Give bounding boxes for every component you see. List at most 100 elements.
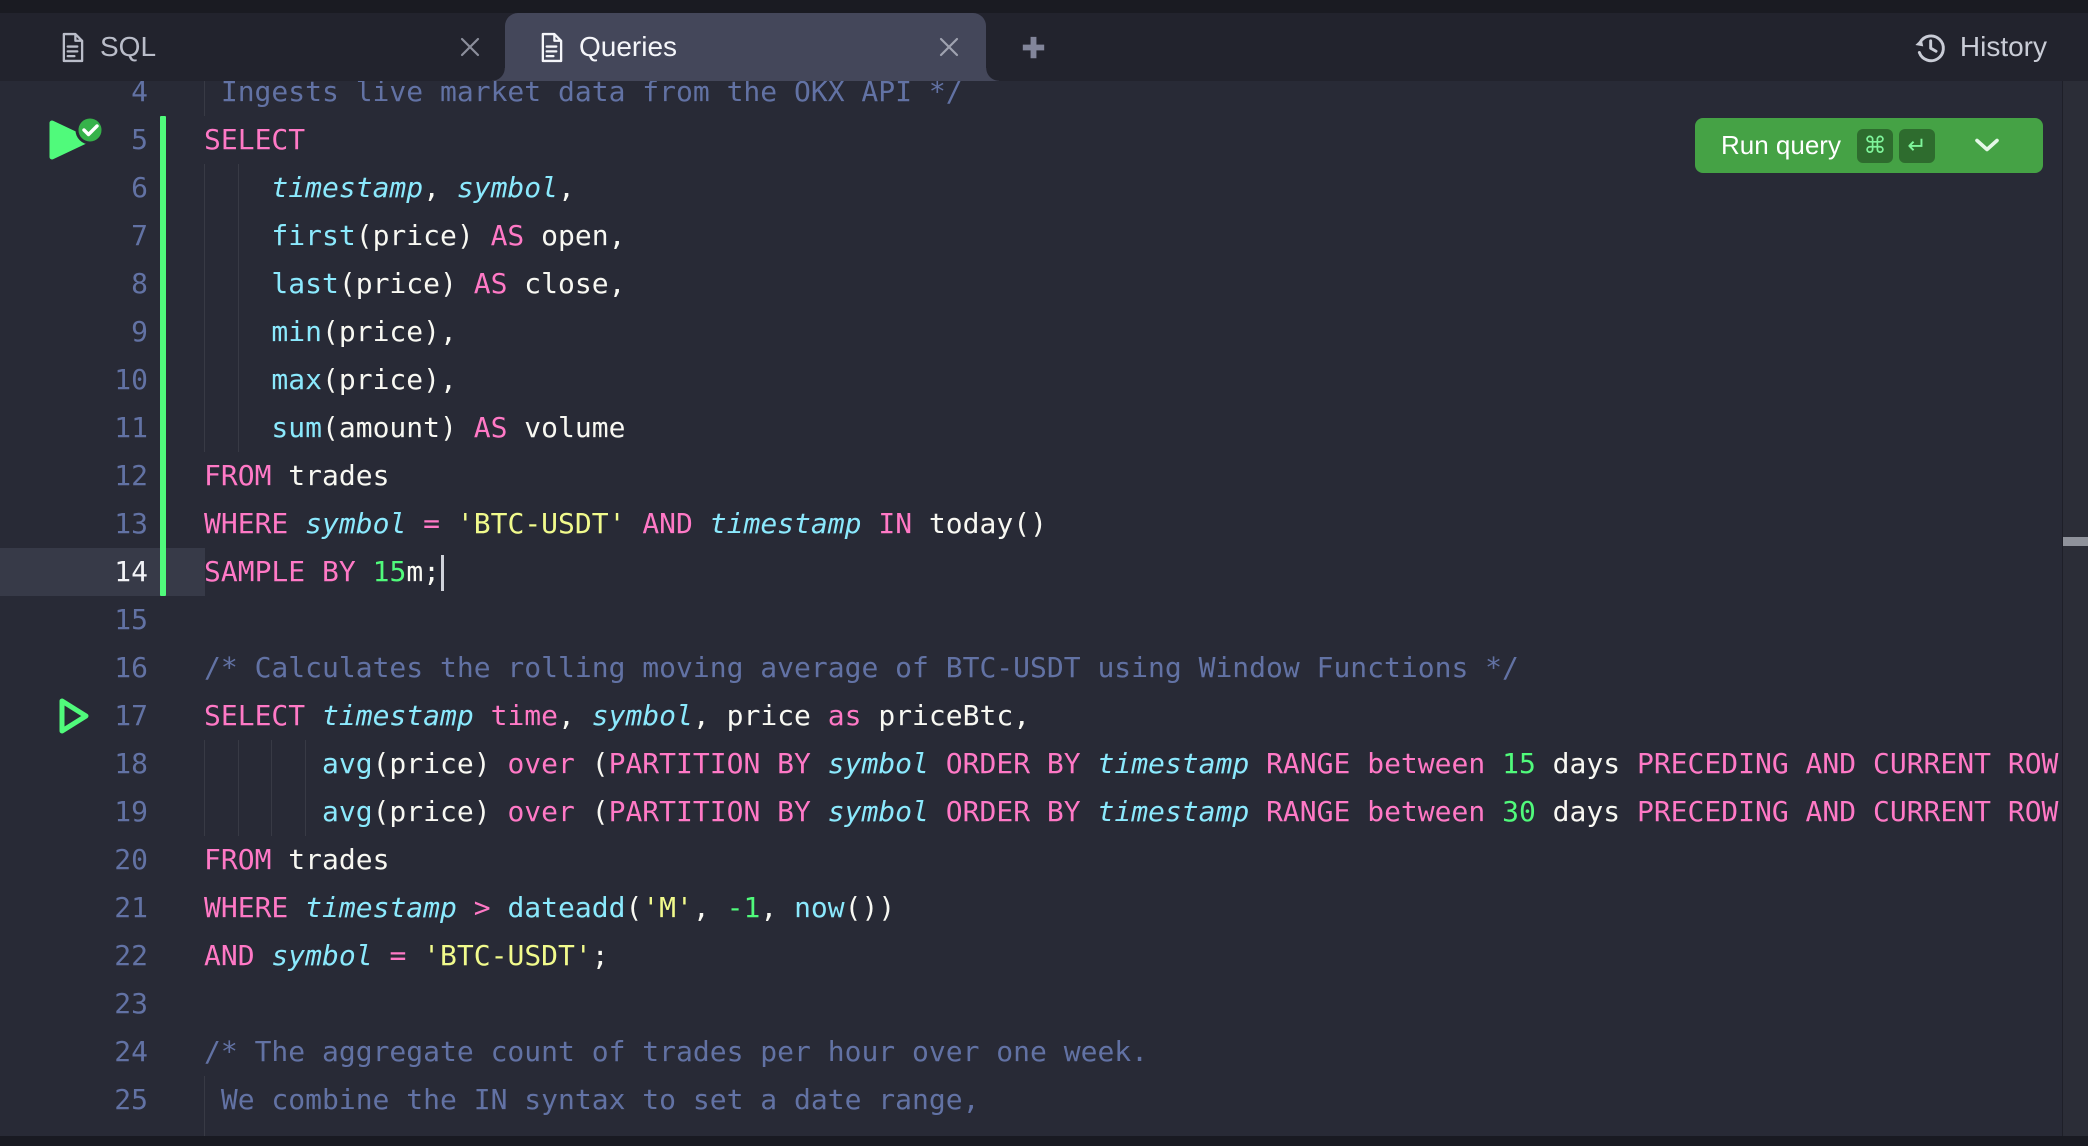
code-token: timestamp xyxy=(710,507,862,540)
code-line[interactable]: FROM trades xyxy=(204,452,2062,500)
code-token: FROM xyxy=(204,459,271,492)
indent-guide xyxy=(238,740,239,788)
run-marker-play-icon[interactable] xyxy=(52,692,92,745)
code-line[interactable]: avg(price) over (PARTITION BY symbol ORD… xyxy=(204,788,2062,836)
code-token: sum xyxy=(271,411,322,444)
code-line[interactable]: AND symbol = 'BTC-USDT'; xyxy=(204,932,2062,980)
vertical-scrollbar[interactable] xyxy=(2062,81,2088,1136)
line-number: 11 xyxy=(0,404,148,452)
indent-guide xyxy=(238,356,239,404)
tab-label: Queries xyxy=(579,31,677,63)
code-token: first xyxy=(271,219,355,252)
code-token: trades xyxy=(271,843,389,876)
code-token: PARTITION BY xyxy=(609,747,811,780)
line-number: 15 xyxy=(0,596,148,644)
code-token: symbol xyxy=(828,795,929,828)
code-token: /* The aggregate count of trades per hou… xyxy=(204,1035,1148,1068)
code-token: symbol xyxy=(828,747,929,780)
code-token: > xyxy=(474,891,491,924)
code-token: avg xyxy=(322,747,373,780)
code-token: close, xyxy=(507,267,625,300)
code-token xyxy=(305,699,322,732)
new-tab-button[interactable] xyxy=(1008,13,1058,81)
code-token xyxy=(373,939,390,972)
run-query-label: Run query xyxy=(1721,130,1841,161)
code-token: timestamp xyxy=(305,891,457,924)
code-line[interactable]: avg(price) over (PARTITION BY symbol ORD… xyxy=(204,740,2062,788)
code-line[interactable] xyxy=(204,596,2062,644)
run-marker-success-icon[interactable] xyxy=(44,116,108,169)
code-token: ( xyxy=(575,747,609,780)
code-token: = xyxy=(423,507,440,540)
indent-guide xyxy=(238,308,239,356)
code-token: WHERE xyxy=(204,891,288,924)
chevron-down-icon[interactable] xyxy=(1973,137,2001,154)
code-token: AS xyxy=(491,219,525,252)
tab-sql[interactable]: SQL xyxy=(0,13,505,81)
code-token xyxy=(1081,795,1098,828)
history-button[interactable]: History xyxy=(1912,13,2047,81)
code-token: RANGE xyxy=(1266,795,1350,828)
code-token: days xyxy=(1536,795,1637,828)
code-token: 'M' xyxy=(642,891,693,924)
code-token xyxy=(1081,747,1098,780)
line-number: 9 xyxy=(0,308,148,356)
code-line[interactable]: WHERE symbol = 'BTC-USDT' AND timestamp … xyxy=(204,500,2062,548)
code-line[interactable]: /* The aggregate count of trades per hou… xyxy=(204,1028,2062,1076)
code-token: priceBtc, xyxy=(861,699,1030,732)
code-token xyxy=(1249,795,1266,828)
code-token: (price) xyxy=(373,747,508,780)
code-line[interactable]: max(price), xyxy=(204,356,2062,404)
horizontal-scrollbar[interactable] xyxy=(0,1136,2088,1146)
code-line[interactable]: SELECT timestamp time, symbol, price as … xyxy=(204,692,2062,740)
code-token: , xyxy=(558,699,592,732)
code-line[interactable]: first(price) AS open, xyxy=(204,212,2062,260)
code-token: , xyxy=(558,171,575,204)
code-token: now xyxy=(794,891,845,924)
code-token xyxy=(625,507,642,540)
code-line[interactable]: SAMPLE BY 15m; xyxy=(204,548,2062,596)
run-query-button[interactable]: Run query ⌘ ↵ xyxy=(1695,118,2043,173)
code-line[interactable]: min(price), xyxy=(204,308,2062,356)
code-token xyxy=(861,507,878,540)
sql-console-window: 4Ingests live market data from the OKX A… xyxy=(0,0,2088,1146)
close-icon[interactable] xyxy=(938,36,960,58)
close-icon[interactable] xyxy=(459,36,481,58)
code-token: PRECEDING AND CURRENT ROW xyxy=(1637,795,2058,828)
code-token xyxy=(1350,795,1367,828)
code-line[interactable] xyxy=(204,980,2062,1028)
code-token: over xyxy=(507,795,574,828)
code-line[interactable]: sum(amount) AS volume xyxy=(204,404,2062,452)
code-token: PARTITION BY xyxy=(609,795,811,828)
cmd-keycap: ⌘ xyxy=(1857,129,1893,163)
code-line[interactable]: FROM trades xyxy=(204,836,2062,884)
history-icon xyxy=(1912,30,1947,65)
code-token: min xyxy=(271,315,322,348)
indent-guide xyxy=(238,212,239,260)
code-line[interactable]: last(price) AS close, xyxy=(204,260,2062,308)
code-token xyxy=(356,555,373,588)
vertical-scrollbar-thumb[interactable] xyxy=(2063,537,2088,546)
code-token: max xyxy=(271,363,322,396)
tab-bar: SQL Queries xyxy=(0,0,2088,81)
code-token: m; xyxy=(406,555,440,588)
code-token: We combine the IN syntax to set a date r… xyxy=(221,1083,980,1116)
tab-queries[interactable]: Queries xyxy=(505,13,986,81)
code-token: 15 xyxy=(1502,747,1536,780)
code-line[interactable]: /* Calculates the rolling moving average… xyxy=(204,644,2062,692)
history-label: History xyxy=(1960,31,2047,63)
line-number: 19 xyxy=(0,788,148,836)
code-token: , xyxy=(423,171,457,204)
code-token: time xyxy=(491,699,558,732)
indent-guide xyxy=(271,788,272,836)
code-token: /* Calculates the rolling moving average… xyxy=(204,651,1519,684)
code-line[interactable]: We combine the IN syntax to set a date r… xyxy=(204,1076,2062,1124)
code-token: timestamp xyxy=(1097,795,1249,828)
code-line[interactable]: WHERE timestamp > dateadd('M', -1, now()… xyxy=(204,884,2062,932)
code-token xyxy=(288,891,305,924)
plus-icon xyxy=(1020,34,1047,61)
code-token: ORDER BY xyxy=(946,795,1081,828)
code-token: , price xyxy=(693,699,828,732)
code-token xyxy=(1485,747,1502,780)
line-number: 10 xyxy=(0,356,148,404)
